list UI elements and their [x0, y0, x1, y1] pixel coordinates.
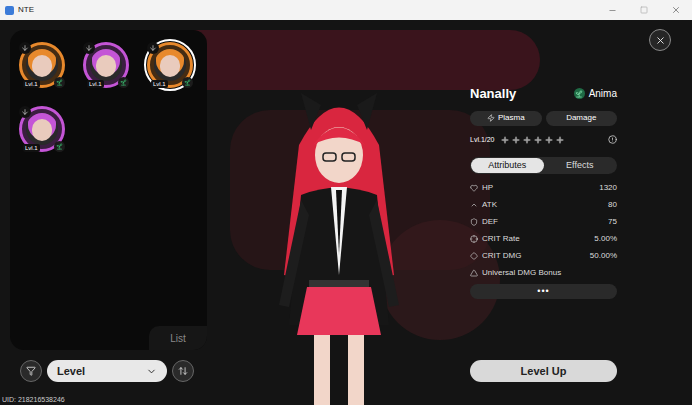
character-avatar[interactable]: Lvl.1	[83, 42, 129, 88]
stat-icon	[470, 269, 478, 277]
stat-value: 80	[608, 199, 617, 211]
title-bar: NTE	[0, 0, 692, 20]
star-icon	[556, 136, 564, 144]
star-row	[501, 136, 564, 144]
portrait	[26, 113, 58, 145]
level-badge: Lvl.1	[87, 80, 104, 88]
character-avatar[interactable]: Lvl.1	[19, 42, 65, 88]
chevron-down-icon	[146, 366, 157, 377]
app-logo-icon	[5, 6, 14, 15]
anima-icon	[574, 88, 585, 99]
info-icon	[608, 135, 617, 144]
character-avatar[interactable]: Lvl.1	[19, 106, 65, 152]
character-info-panel: Nanally Anima Plasma Damage Lvl.1/20 Attribut…	[470, 20, 617, 405]
character-model	[239, 75, 439, 405]
stat-row: CRIT Rate5.00%	[470, 230, 617, 247]
more-button[interactable]: •••	[470, 284, 617, 299]
sort-order-button[interactable]	[172, 360, 194, 382]
stat-icon	[470, 184, 478, 192]
close-window-button[interactable]	[660, 0, 692, 20]
list-tab[interactable]: List	[149, 326, 207, 350]
download-icon	[147, 42, 159, 54]
uid-label: UID: 218216538246	[2, 395, 207, 404]
stat-value: 75	[608, 216, 617, 228]
stat-icon	[470, 201, 478, 209]
stat-value: 5.00%	[594, 233, 617, 245]
star-icon	[523, 136, 531, 144]
tab[interactable]: Effects	[544, 158, 617, 173]
portrait	[154, 49, 186, 81]
element-icon	[182, 77, 193, 88]
roster-panel: Lvl.1 Lvl.1 Lvl.1 Lvl.1 List	[10, 30, 207, 350]
element-icon	[118, 77, 129, 88]
filter-button[interactable]	[20, 360, 42, 382]
game-body: Lvl.1 Lvl.1 Lvl.1 Lvl.1 List Level UID: 218216…	[0, 20, 692, 405]
stat-icon	[470, 218, 478, 226]
level-badge: Lvl.1	[151, 80, 168, 88]
element-icon	[54, 141, 65, 152]
download-icon	[19, 106, 31, 118]
close-icon	[655, 35, 666, 46]
stat-row: Universal DMG Bonus	[470, 264, 617, 281]
close-button[interactable]	[649, 29, 671, 51]
tab-bar: AttributesEffects	[470, 157, 617, 174]
stat-row: ATK80	[470, 196, 617, 213]
character-name: Nanally	[470, 84, 516, 104]
tag-pill: Plasma	[470, 111, 542, 126]
stat-row: HP1320	[470, 179, 617, 196]
portrait	[26, 49, 58, 81]
level-up-button[interactable]: Level Up	[470, 360, 617, 382]
stat-row: CRIT DMG50.00%	[470, 247, 617, 264]
window-title: NTE	[18, 4, 34, 16]
character-stage	[207, 20, 470, 405]
stat-icon	[470, 235, 478, 243]
stat-value: 50.00%	[590, 250, 617, 262]
stat-icon	[470, 252, 478, 260]
star-icon	[501, 136, 509, 144]
stats-list: HP1320ATK80DEF75CRIT Rate5.00%CRIT DMG50…	[470, 179, 617, 281]
star-icon	[512, 136, 520, 144]
app-window: NTE Lvl.1 Lvl.1 Lvl.1 Lvl.1 List Level UID: 218…	[0, 0, 692, 405]
tab[interactable]: Attributes	[471, 158, 544, 173]
portrait	[90, 49, 122, 81]
tag-pill: Damage	[546, 111, 618, 126]
download-icon	[19, 42, 31, 54]
roster-column: Lvl.1 Lvl.1 Lvl.1 Lvl.1 List Level UID: 218216…	[0, 20, 207, 405]
stat-row: DEF75	[470, 213, 617, 230]
attribute-label: Anima	[574, 86, 617, 101]
character-avatar[interactable]: Lvl.1	[147, 42, 193, 88]
download-icon	[83, 42, 95, 54]
maximize-button[interactable]	[628, 0, 660, 20]
sort-dropdown[interactable]: Level	[47, 360, 167, 382]
level-badge: Lvl.1	[23, 80, 40, 88]
stat-value: 1320	[599, 182, 617, 194]
plasma-icon	[487, 114, 495, 122]
element-icon	[54, 77, 65, 88]
minimize-button[interactable]	[596, 0, 628, 20]
level-label: Lvl.1/20	[470, 135, 495, 146]
star-icon	[534, 136, 542, 144]
level-badge: Lvl.1	[23, 144, 40, 152]
star-icon	[545, 136, 553, 144]
